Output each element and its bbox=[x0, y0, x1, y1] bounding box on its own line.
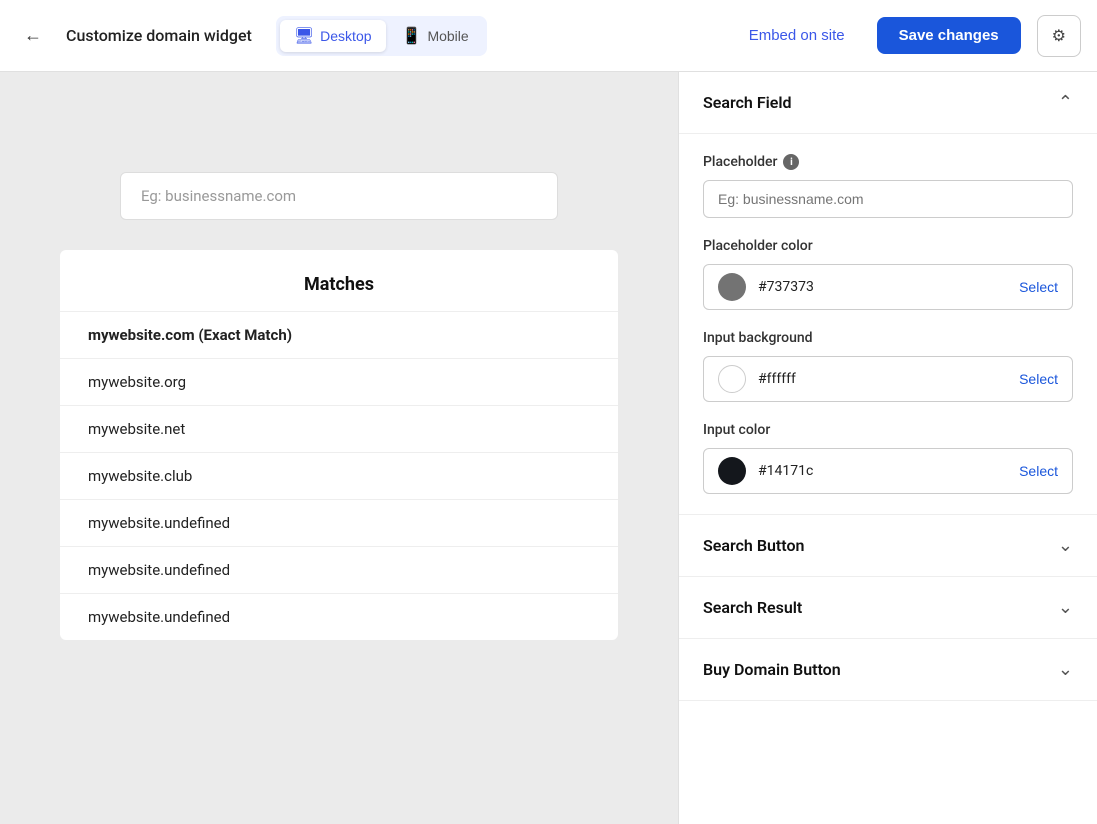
placeholder-input[interactable] bbox=[703, 180, 1073, 218]
desktop-label: Desktop bbox=[320, 28, 371, 44]
exact-match-text: mywebsite.com bbox=[88, 326, 198, 344]
search-button-section-header[interactable]: Search Button ⌄ bbox=[679, 515, 1097, 577]
header: ← Customize domain widget 🖥 Desktop 📱 Mo… bbox=[0, 0, 1097, 72]
input-bg-swatch bbox=[718, 365, 746, 393]
settings-panel: Search Field ⌃ Placeholder i Placeholder… bbox=[678, 72, 1097, 824]
view-toggle: 🖥 Desktop 📱 Mobile bbox=[276, 16, 487, 56]
list-item: mywebsite.com (Exact Match) bbox=[60, 311, 618, 358]
search-result-title: Search Result bbox=[703, 598, 802, 617]
preview-search-input: Eg: businessname.com bbox=[120, 172, 558, 220]
placeholder-color-label: Placeholder color bbox=[703, 238, 1073, 254]
embed-button[interactable]: Embed on site bbox=[733, 19, 861, 52]
search-field-section-header[interactable]: Search Field ⌃ bbox=[679, 72, 1097, 134]
preview-panel: Eg: businessname.com Matches mywebsite.c… bbox=[0, 72, 678, 824]
mobile-icon: 📱 bbox=[402, 26, 422, 46]
list-item: mywebsite.club bbox=[60, 452, 618, 499]
input-color-value: #14171c bbox=[758, 463, 1019, 479]
list-item: mywebsite.undefined bbox=[60, 546, 618, 593]
placeholder-color-value: #737373 bbox=[758, 279, 1019, 295]
input-bg-label: Input background bbox=[703, 330, 1073, 346]
input-bg-row[interactable]: #ffffff Select bbox=[703, 356, 1073, 402]
chevron-down-icon: ⌄ bbox=[1058, 535, 1073, 556]
save-button[interactable]: Save changes bbox=[877, 17, 1021, 54]
mobile-view-button[interactable]: 📱 Mobile bbox=[388, 20, 483, 52]
input-color-swatch bbox=[718, 457, 746, 485]
desktop-icon: 🖥 bbox=[294, 26, 314, 46]
placeholder-color-swatch bbox=[718, 273, 746, 301]
list-item: mywebsite.net bbox=[60, 405, 618, 452]
input-color-row[interactable]: #14171c Select bbox=[703, 448, 1073, 494]
list-item: mywebsite.undefined bbox=[60, 499, 618, 546]
matches-section: Matches mywebsite.com (Exact Match) mywe… bbox=[60, 250, 618, 640]
placeholder-label: Placeholder i bbox=[703, 154, 1073, 170]
input-color-label: Input color bbox=[703, 422, 1073, 438]
search-field-title: Search Field bbox=[703, 93, 792, 112]
input-bg-value: #ffffff bbox=[758, 371, 1019, 387]
buy-domain-title: Buy Domain Button bbox=[703, 660, 841, 679]
input-bg-select[interactable]: Select bbox=[1019, 371, 1058, 387]
page-title: Customize domain widget bbox=[66, 26, 252, 45]
mobile-label: Mobile bbox=[427, 28, 468, 44]
placeholder-color-row[interactable]: #737373 Select bbox=[703, 264, 1073, 310]
placeholder-color-select[interactable]: Select bbox=[1019, 279, 1058, 295]
matches-title: Matches bbox=[60, 250, 618, 311]
chevron-down-icon: ⌄ bbox=[1058, 597, 1073, 618]
search-result-section-header[interactable]: Search Result ⌄ bbox=[679, 577, 1097, 639]
back-button[interactable]: ← bbox=[16, 17, 50, 54]
list-item: mywebsite.org bbox=[60, 358, 618, 405]
info-icon: i bbox=[783, 154, 799, 170]
desktop-view-button[interactable]: 🖥 Desktop bbox=[280, 20, 386, 52]
list-item: mywebsite.undefined bbox=[60, 593, 618, 640]
buy-domain-section-header[interactable]: Buy Domain Button ⌄ bbox=[679, 639, 1097, 701]
exact-match-badge: (Exact Match) bbox=[198, 326, 292, 344]
input-color-select[interactable]: Select bbox=[1019, 463, 1058, 479]
gear-button[interactable]: ⚙ bbox=[1037, 15, 1081, 57]
chevron-down-icon: ⌄ bbox=[1058, 659, 1073, 680]
chevron-up-icon: ⌃ bbox=[1058, 92, 1073, 113]
search-button-title: Search Button bbox=[703, 536, 804, 555]
gear-icon: ⚙ bbox=[1052, 28, 1066, 45]
main-layout: Eg: businessname.com Matches mywebsite.c… bbox=[0, 72, 1097, 824]
search-field-content: Placeholder i Placeholder color #737373 … bbox=[679, 134, 1097, 515]
